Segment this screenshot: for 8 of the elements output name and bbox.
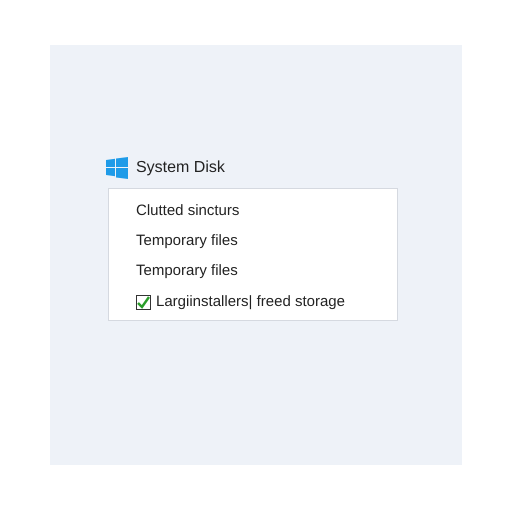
check-icon [137, 296, 150, 308]
list-item: Temporary files [136, 260, 238, 281]
checkbox[interactable] [136, 294, 151, 310]
disk-title: System Disk [136, 158, 225, 178]
list-item: Temporary files [136, 230, 238, 251]
windows-logo-icon [106, 157, 128, 179]
checkbox-label: Largiinstallers| freed storage [156, 292, 345, 312]
list-item: Clutted sincturs [136, 200, 240, 221]
